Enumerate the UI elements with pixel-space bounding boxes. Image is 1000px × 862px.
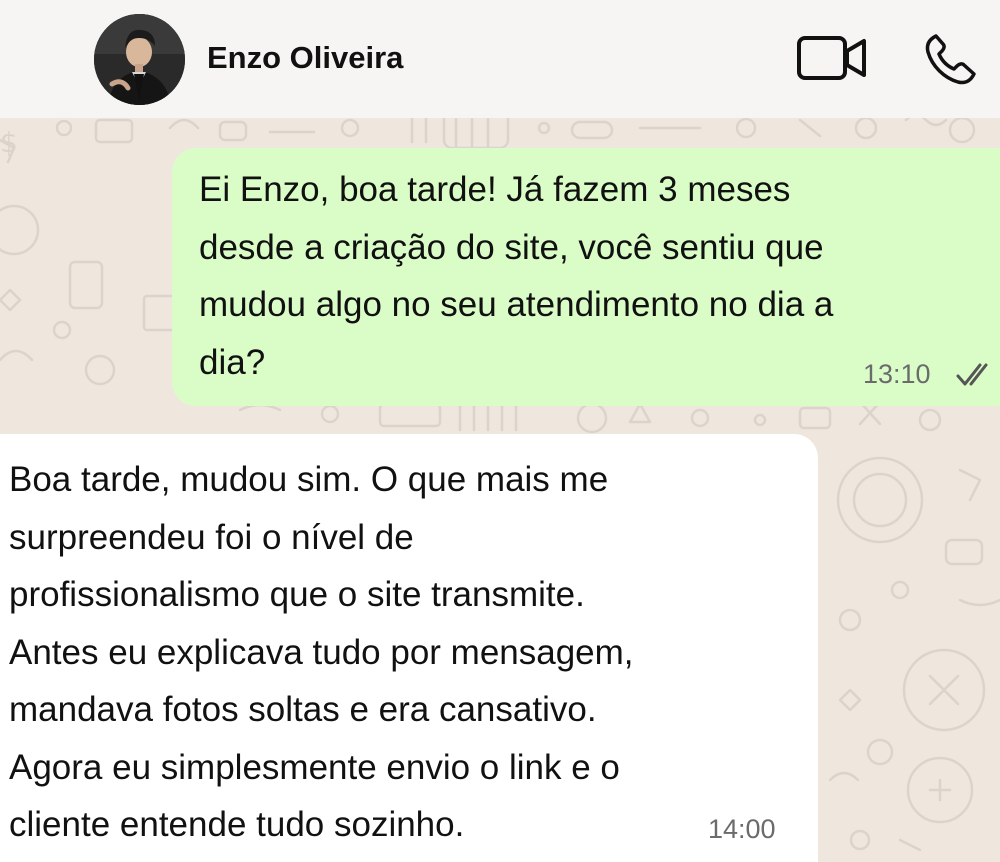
message-text: Boa tarde, mudou sim. O que mais me surp… [9,460,634,844]
message-timestamp: 14:00 [708,814,776,844]
svg-text:$: $ [0,126,18,159]
outgoing-message-bubble[interactable]: Ei Enzo, boa tarde! Já fazem 3 meses des… [172,148,1000,406]
chat-header: Enzo Oliveira [0,0,1000,118]
phone-icon[interactable] [924,32,978,86]
avatar[interactable] [94,14,185,105]
double-check-read-icon [956,363,988,386]
contact-name[interactable]: Enzo Oliveira [207,40,403,76]
avatar-photo [94,14,185,105]
message-timestamp: 13:10 [863,359,931,389]
video-camera-icon[interactable] [796,34,868,82]
incoming-message-bubble[interactable]: Boa tarde, mudou sim. O que mais me surp… [0,434,818,862]
message-text: Ei Enzo, boa tarde! Já fazem 3 meses des… [199,170,834,382]
